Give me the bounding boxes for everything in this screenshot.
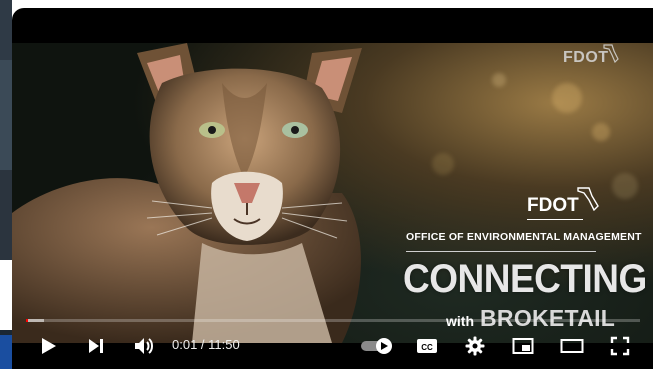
left-page-strip [0,0,12,369]
next-icon [89,339,103,353]
settings-icon [465,336,485,356]
office-line: OFFICE OF ENVIRONMENTAL MANAGEMENT [406,231,642,243]
time-display: 0:01 / 11:50 [172,337,240,352]
miniplayer-button[interactable] [506,328,540,364]
video-frame[interactable]: FDOT FDOT OFFICE OF ENVIRONMENTAL MANAGE… [12,43,653,343]
fdot-watermark: FDOT [563,44,619,67]
progress-played [26,319,28,322]
autoplay-toggle-icon [361,338,392,354]
time-current: 0:01 [172,337,198,352]
time-separator: / [197,337,209,352]
theater-icon [560,339,584,353]
fullscreen-button[interactable] [602,328,638,364]
miniplayer-icon [512,338,534,354]
progress-bar[interactable] [26,319,640,322]
volume-icon [135,338,153,354]
play-icon [42,338,56,354]
next-button[interactable] [78,328,114,364]
autoplay-toggle[interactable] [358,328,398,364]
captions-label: CC [421,343,433,352]
fdot-logo-underline [527,219,583,220]
florida-outline-icon [602,44,619,63]
time-total: 11:50 [208,337,240,352]
settings-button[interactable] [458,328,492,364]
fdot-logo-text: FDOT [527,195,579,216]
title-connecting: CONNECTING [403,256,647,301]
control-bar: 0:01 / 11:50 CC [12,328,653,369]
play-button[interactable] [30,328,66,364]
progress-buffer [26,319,45,322]
captions-button[interactable]: CC [410,328,444,364]
title-divider [406,251,596,252]
fdot-logo: FDOT [527,187,599,220]
captions-icon: CC [417,339,437,353]
theater-button[interactable] [554,328,590,364]
fullscreen-icon [610,336,630,356]
florida-logo-icon [577,187,599,211]
volume-button[interactable] [126,328,162,364]
video-player[interactable]: FDOT FDOT OFFICE OF ENVIRONMENTAL MANAGE… [12,8,653,369]
